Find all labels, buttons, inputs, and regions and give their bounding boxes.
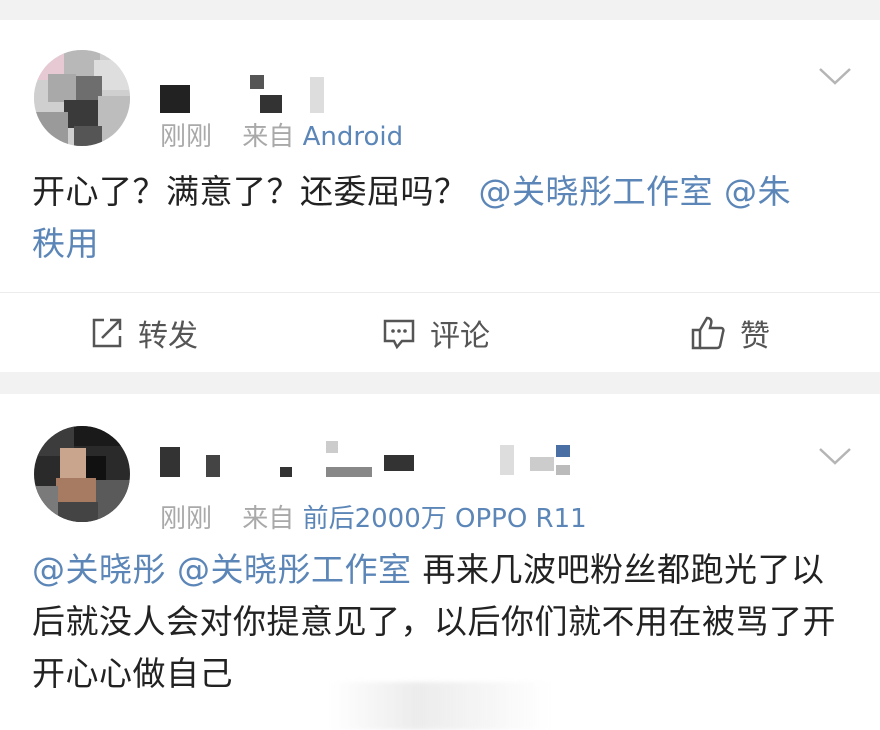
mention-link[interactable]: @关晓彤工作室 bbox=[177, 550, 412, 589]
post-source[interactable]: 来自 Android bbox=[242, 122, 403, 152]
action-bar: 转发 评论 赞 bbox=[0, 292, 880, 373]
mention-link[interactable]: @关晓彤工作室 bbox=[479, 172, 714, 211]
repost-icon bbox=[92, 318, 122, 348]
blurred-watermark bbox=[330, 682, 550, 730]
post-content: 开心了？满意了？还委屈吗？ @关晓彤工作室 @朱 秩用 bbox=[32, 172, 791, 263]
post-meta: 刚刚 来自 Android bbox=[160, 116, 403, 153]
chevron-down-icon[interactable] bbox=[818, 446, 852, 466]
like-label: 赞 bbox=[740, 319, 770, 354]
repost-label: 转发 bbox=[138, 319, 198, 354]
like-button[interactable]: 赞 bbox=[690, 293, 770, 373]
repost-button[interactable]: 转发 bbox=[90, 293, 198, 373]
mention-link[interactable]: 秩用 bbox=[32, 224, 99, 263]
post-time: 刚刚 bbox=[160, 504, 213, 534]
chevron-down-icon[interactable] bbox=[818, 66, 852, 86]
avatar[interactable] bbox=[34, 50, 130, 146]
post-content: @关晓彤 @关晓彤工作室 再来几波吧粉丝都跑光了以后就没人会对你提意见了，以后你… bbox=[32, 550, 836, 693]
mention-link[interactable]: @朱 bbox=[724, 172, 791, 211]
post-meta: 刚刚 来自 前后2000万 OPPO R11 bbox=[160, 498, 587, 535]
mention-link[interactable]: @关晓彤 bbox=[32, 550, 166, 589]
avatar[interactable] bbox=[34, 426, 130, 522]
post-card: 刚刚 来自 Android 开心了？满意了？还委屈吗？ @关晓彤工作室 @朱 秩… bbox=[0, 20, 880, 372]
like-icon bbox=[691, 316, 725, 350]
comment-label: 评论 bbox=[430, 319, 490, 354]
post-card: 刚刚 来自 前后2000万 OPPO R11 @关晓彤 @关晓彤工作室 再来几波… bbox=[0, 394, 880, 730]
weibo-feed: 刚刚 来自 Android 开心了？满意了？还委屈吗？ @关晓彤工作室 @朱 秩… bbox=[0, 0, 880, 730]
comment-button[interactable]: 评论 bbox=[382, 293, 490, 373]
post-source[interactable]: 来自 前后2000万 OPPO R11 bbox=[242, 504, 586, 534]
post-time: 刚刚 bbox=[160, 122, 213, 152]
comment-icon bbox=[383, 319, 415, 350]
